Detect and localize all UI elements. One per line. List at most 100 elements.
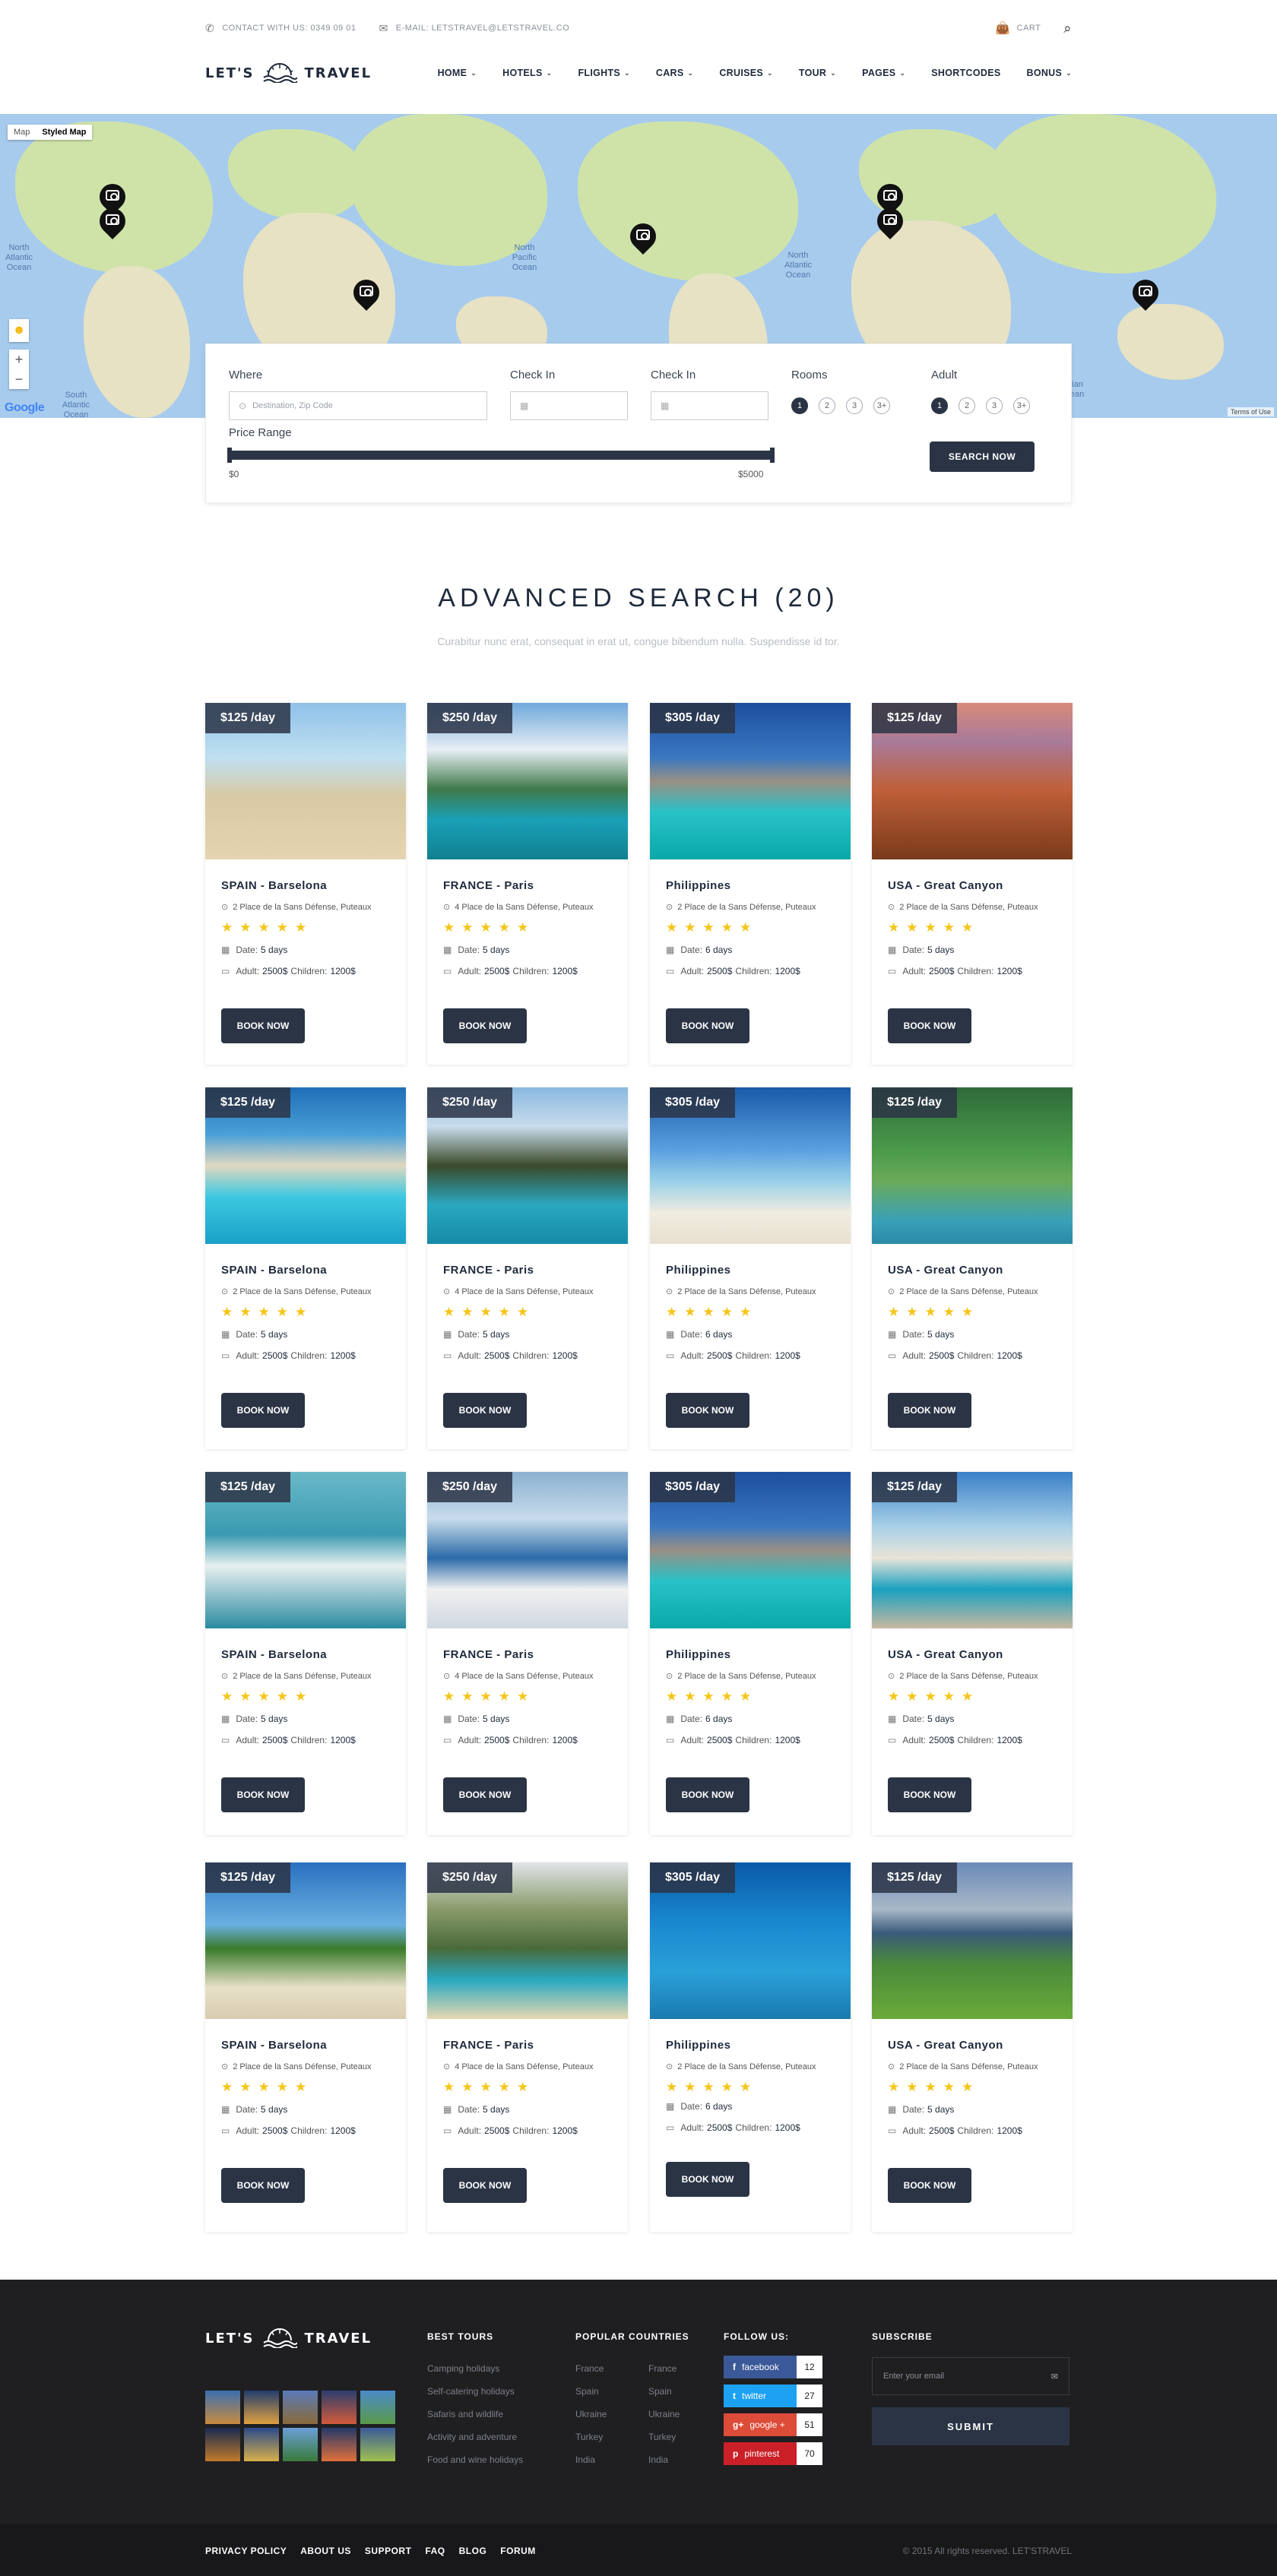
country-link[interactable]: Turkey: [648, 2432, 721, 2442]
tour-card[interactable]: $125 /day USA - Great Canyon ⊙ 2 Place de l…: [872, 1472, 1073, 1835]
tour-card[interactable]: $250 /day FRANCE - Paris ⊙ 4 Place de la Sa…: [427, 1472, 628, 1835]
zoom-out-button[interactable]: −: [9, 369, 29, 389]
tour-card[interactable]: $125 /day SPAIN - Barselona ⊙ 2 Place de la…: [205, 1472, 406, 1835]
book-now-button[interactable]: BOOK NOW: [443, 1393, 527, 1428]
nav-item-label[interactable]: FLIGHTS: [578, 68, 620, 78]
adult-option[interactable]: 1: [931, 397, 948, 414]
social-button-google[interactable]: g+ google + 51: [724, 2413, 822, 2436]
nav-item[interactable]: FLIGHTS ⌄: [578, 68, 629, 78]
social-button-twitter[interactable]: t twitter 27: [724, 2385, 822, 2407]
tour-card[interactable]: $125 /day SPAIN - Barselona ⊙ 2 Place de la…: [205, 1862, 406, 2232]
tour-title[interactable]: Philippines: [666, 2039, 731, 2052]
social-name[interactable]: p pinterest: [724, 2442, 797, 2465]
country-link[interactable]: France: [648, 2363, 721, 2374]
nav-item-label[interactable]: SHORTCODES: [931, 68, 1000, 78]
book-now-button[interactable]: BOOK NOW: [221, 2168, 305, 2203]
tour-title[interactable]: USA - Great Canyon: [888, 1648, 1003, 1661]
best-tours-link[interactable]: Camping holidays: [427, 2363, 523, 2374]
best-tours-link[interactable]: Self-catering holidays: [427, 2386, 523, 2397]
street-view-pegman-icon[interactable]: ☻: [9, 319, 29, 342]
tour-photo[interactable]: $305 /day: [650, 1472, 851, 1628]
tour-card[interactable]: $125 /day USA - Great Canyon ⊙ 2 Place de l…: [872, 1087, 1073, 1449]
book-now-button[interactable]: BOOK NOW: [666, 1008, 749, 1043]
gallery-thumb[interactable]: [322, 2428, 356, 2461]
book-now-button[interactable]: BOOK NOW: [443, 1008, 527, 1043]
map-type-map-button[interactable]: Map: [8, 125, 36, 140]
tour-photo[interactable]: $125 /day: [205, 1862, 406, 2019]
nav-item[interactable]: CARS ⌄: [656, 68, 693, 78]
gallery-thumb[interactable]: [360, 2391, 395, 2424]
tour-card[interactable]: $305 /day Philippines ⊙ 2 Place de la Sans …: [650, 703, 851, 1065]
tour-title[interactable]: SPAIN - Barselona: [221, 879, 327, 892]
gallery-thumb[interactable]: [283, 2391, 318, 2424]
tour-photo[interactable]: $125 /day: [872, 1862, 1073, 2019]
book-now-button[interactable]: BOOK NOW: [221, 1777, 305, 1812]
book-now-button[interactable]: BOOK NOW: [221, 1393, 305, 1428]
adult-option[interactable]: 3+: [1013, 397, 1030, 414]
book-now-button[interactable]: BOOK NOW: [666, 2162, 749, 2197]
country-link[interactable]: Turkey: [575, 2432, 648, 2442]
best-tours-link[interactable]: Food and wine holidays: [427, 2454, 523, 2465]
nav-item-label[interactable]: CRUISES: [719, 68, 763, 78]
tour-card[interactable]: $250 /day FRANCE - Paris ⊙ 4 Place de la Sa…: [427, 1862, 628, 2232]
tour-photo[interactable]: $125 /day: [872, 1472, 1073, 1628]
tour-title[interactable]: FRANCE - Paris: [443, 2039, 534, 2052]
tour-card[interactable]: $305 /day Philippines ⊙ 2 Place de la Sans …: [650, 1862, 851, 2232]
tour-photo[interactable]: $250 /day: [427, 1087, 628, 1244]
tour-title[interactable]: USA - Great Canyon: [888, 2039, 1003, 2052]
tour-photo[interactable]: $305 /day: [650, 1087, 851, 1244]
nav-item[interactable]: SHORTCODES: [931, 68, 1000, 78]
search-icon[interactable]: ⌕: [1063, 21, 1072, 36]
tour-title[interactable]: Philippines: [666, 1264, 731, 1277]
checkin-date-input-2[interactable]: ▦: [651, 391, 768, 420]
rooms-option[interactable]: 3+: [873, 397, 890, 414]
checkin-date-input[interactable]: ▦: [510, 391, 628, 420]
gallery-thumb[interactable]: [283, 2428, 318, 2461]
book-now-button[interactable]: BOOK NOW: [888, 1393, 971, 1428]
social-button-facebook[interactable]: f facebook 12: [724, 2356, 822, 2378]
gallery-thumb[interactable]: [244, 2391, 279, 2424]
book-now-button[interactable]: BOOK NOW: [888, 1008, 971, 1043]
tour-photo[interactable]: $125 /day: [872, 703, 1073, 859]
footer-bottom-link[interactable]: PRIVACY POLICY: [205, 2546, 287, 2556]
rooms-option[interactable]: 3: [846, 397, 863, 414]
tour-photo[interactable]: $125 /day: [205, 1087, 406, 1244]
country-link[interactable]: Ukraine: [575, 2409, 648, 2419]
gallery-thumb[interactable]: [244, 2428, 279, 2461]
tour-card[interactable]: $250 /day FRANCE - Paris ⊙ 4 Place de la Sa…: [427, 703, 628, 1065]
social-name[interactable]: g+ google +: [724, 2413, 797, 2436]
search-now-button[interactable]: SEARCH NOW: [930, 441, 1035, 472]
country-link[interactable]: Spain: [575, 2386, 648, 2397]
nav-item[interactable]: HOME ⌄: [438, 68, 477, 78]
best-tours-link[interactable]: Safaris and wildlife: [427, 2409, 523, 2419]
zoom-in-button[interactable]: +: [9, 350, 29, 369]
adult-option[interactable]: 2: [959, 397, 975, 414]
subscribe-submit-button[interactable]: SUBMIT: [872, 2407, 1069, 2445]
cart-link[interactable]: 👜 CART: [995, 21, 1041, 36]
map-marker[interactable]: [1126, 274, 1165, 315]
country-link[interactable]: France: [575, 2363, 648, 2374]
adult-option[interactable]: 3: [986, 397, 1003, 414]
tour-card[interactable]: $125 /day USA - Great Canyon ⊙ 2 Place de l…: [872, 703, 1073, 1065]
tour-photo[interactable]: $305 /day: [650, 1862, 851, 2019]
tour-title[interactable]: SPAIN - Barselona: [221, 1648, 327, 1661]
map-marker[interactable]: [347, 274, 385, 315]
nav-item-label[interactable]: CARS: [656, 68, 684, 78]
nav-item-label[interactable]: HOME: [438, 68, 467, 78]
nav-item[interactable]: BONUS ⌄: [1027, 68, 1073, 78]
tour-photo[interactable]: $125 /day: [205, 1472, 406, 1628]
tour-card[interactable]: $125 /day SPAIN - Barselona ⊙ 2 Place de la…: [205, 703, 406, 1065]
social-button-pinterest[interactable]: p pinterest 70: [724, 2442, 822, 2465]
rooms-option[interactable]: 2: [819, 397, 835, 414]
map-marker[interactable]: [624, 217, 662, 258]
contact-email[interactable]: ✉ E-MAIL: LETSTRAVEL@LETSTRAVEL.CO: [379, 22, 570, 35]
book-now-button[interactable]: BOOK NOW: [221, 1008, 305, 1043]
tour-card[interactable]: $125 /day USA - Great Canyon ⊙ 2 Place de l…: [872, 1862, 1073, 2232]
tour-photo[interactable]: $125 /day: [205, 703, 406, 859]
tour-title[interactable]: FRANCE - Paris: [443, 1264, 534, 1277]
book-now-button[interactable]: BOOK NOW: [888, 2168, 971, 2203]
tour-card[interactable]: $305 /day Philippines ⊙ 2 Place de la Sans …: [650, 1472, 851, 1835]
map-type-styled-button[interactable]: Styled Map: [36, 125, 92, 140]
nav-item[interactable]: TOUR ⌄: [799, 68, 836, 78]
nav-item-label[interactable]: PAGES: [862, 68, 895, 78]
